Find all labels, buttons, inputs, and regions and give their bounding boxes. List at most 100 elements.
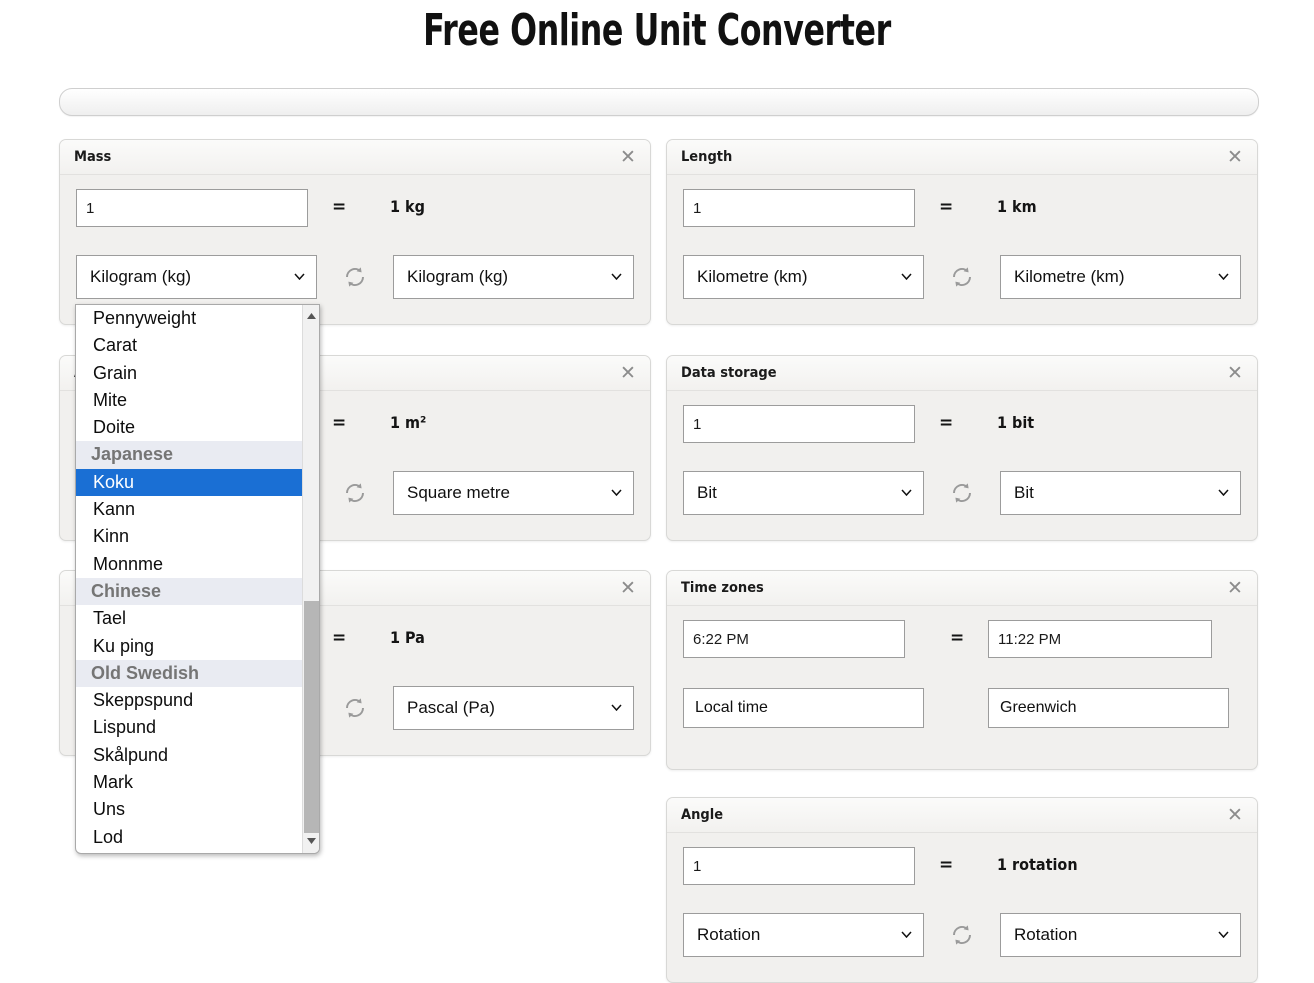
dropdown-option[interactable]: Kinn xyxy=(76,523,304,550)
equals-sign: = xyxy=(939,855,954,875)
unit-row-length: Kilometre (km) Kilometre (km) xyxy=(667,255,1257,299)
value-input-angle[interactable] xyxy=(683,847,915,885)
close-icon[interactable]: ✕ xyxy=(617,577,639,599)
swap-icon[interactable] xyxy=(948,263,976,291)
chevron-down-icon xyxy=(611,273,622,280)
unit-row-mass: Kilogram (kg) Kilogram (kg) xyxy=(60,255,650,299)
panel-body-length: = 1 km Kilometre (km) Kilometre (km) xyxy=(667,175,1257,324)
unit-to-label-area: Square metre xyxy=(407,483,510,502)
panel-header-mass: Mass ✕ xyxy=(60,140,650,175)
unit-to-select-angle[interactable]: Rotation xyxy=(1000,913,1241,957)
panel-title-length: Length xyxy=(681,149,733,165)
dropdown-option[interactable]: Carat xyxy=(76,332,304,359)
time-from-input[interactable] xyxy=(683,620,905,658)
dropdown-option[interactable]: Uns xyxy=(76,796,304,823)
dropdown-option[interactable]: Lispund xyxy=(76,714,304,741)
dropdown-option[interactable]: Skålpund xyxy=(76,742,304,769)
swap-icon[interactable] xyxy=(341,479,369,507)
panel-body-data-storage: = 1 bit Bit Bit xyxy=(667,391,1257,540)
unit-from-label-data-storage: Bit xyxy=(697,483,717,502)
unit-to-select-mass[interactable]: Kilogram (kg) xyxy=(393,255,634,299)
time-to-input[interactable] xyxy=(988,620,1212,658)
panel-data-storage: Data storage ✕ = 1 bit Bit xyxy=(666,355,1258,541)
value-input-length[interactable] xyxy=(683,189,915,227)
unit-to-label-data-storage: Bit xyxy=(1014,483,1034,502)
mass-unit-dropdown-list[interactable]: Pennyweight Carat Grain Mite Doite Japanese Ko… xyxy=(75,304,320,854)
dropdown-option[interactable]: Kann xyxy=(76,496,304,523)
unit-to-select-area[interactable]: Square metre xyxy=(393,471,634,515)
unit-to-label-mass: Kilogram (kg) xyxy=(407,267,509,286)
scroll-down-arrow-icon[interactable] xyxy=(303,832,319,849)
close-icon[interactable]: ✕ xyxy=(1224,146,1246,168)
value-input-mass[interactable] xyxy=(76,189,308,227)
result-value-mass: 1 kg xyxy=(390,197,425,216)
panel-angle: Angle ✕ = 1 rotation Rotation xyxy=(666,797,1258,983)
unit-to-select-data-storage[interactable]: Bit xyxy=(1000,471,1241,515)
unit-row-data-storage: Bit Bit xyxy=(667,471,1257,515)
dropdown-option[interactable]: Doite xyxy=(76,414,304,441)
equals-sign: = xyxy=(939,197,954,217)
unit-from-select-data-storage[interactable]: Bit xyxy=(683,471,924,515)
chevron-down-icon xyxy=(611,704,622,711)
zone-to-input[interactable] xyxy=(988,688,1229,728)
panel-length: Length ✕ = 1 km Kilometre (km) xyxy=(666,139,1258,325)
dropdown-group-label: Chinese xyxy=(76,577,304,606)
chevron-down-icon xyxy=(1218,273,1229,280)
panel-header-length: Length ✕ xyxy=(667,140,1257,175)
scrollbar-thumb[interactable] xyxy=(304,601,319,833)
equals-sign: = xyxy=(332,413,347,433)
equals-sign: = xyxy=(332,628,347,648)
swap-icon[interactable] xyxy=(948,479,976,507)
dropdown-group-label: Old Swedish xyxy=(76,659,304,688)
close-icon[interactable]: ✕ xyxy=(1224,362,1246,384)
value-input-data-storage[interactable] xyxy=(683,405,915,443)
dropdown-option[interactable]: Tael xyxy=(76,605,304,632)
value-row-mass: = 1 kg xyxy=(60,189,650,229)
panel-title-mass: Mass xyxy=(74,149,112,165)
swap-icon[interactable] xyxy=(341,263,369,291)
dropdown-option-selected[interactable]: Koku xyxy=(76,468,304,497)
unit-to-label-length: Kilometre (km) xyxy=(1014,267,1125,286)
panel-body-angle: = 1 rotation Rotation Rotation xyxy=(667,833,1257,982)
time-row-time-zones: = xyxy=(667,620,1257,660)
unit-from-select-mass[interactable]: Kilogram (kg) xyxy=(76,255,317,299)
dropdown-option[interactable]: Lod xyxy=(76,824,304,851)
close-icon[interactable]: ✕ xyxy=(617,362,639,384)
unit-to-label-pressure: Pascal (Pa) xyxy=(407,698,495,717)
dropdown-option[interactable]: Ku ping xyxy=(76,633,304,660)
search-input[interactable] xyxy=(60,89,1258,115)
panel-title-time-zones: Time zones xyxy=(681,580,764,596)
close-icon[interactable]: ✕ xyxy=(617,146,639,168)
dropdown-option[interactable]: Pennyweight xyxy=(76,305,304,332)
panel-mass: Mass ✕ = 1 kg Kilogram (kg) xyxy=(59,139,651,325)
dropdown-group-label: Japanese xyxy=(76,441,304,469)
dropdown-scrollbar[interactable] xyxy=(302,305,319,853)
panel-body-mass: = 1 kg Kilogram (kg) Kilogram (kg) xyxy=(60,175,650,324)
dropdown-option[interactable]: Skeppspund xyxy=(76,687,304,714)
zone-from-input[interactable] xyxy=(683,688,924,728)
search-bar[interactable] xyxy=(59,88,1259,116)
equals-sign: = xyxy=(939,413,954,433)
close-icon[interactable]: ✕ xyxy=(1224,804,1246,826)
dropdown-option[interactable]: Monnme xyxy=(76,551,304,578)
dropdown-option[interactable]: Grain xyxy=(76,360,304,387)
unit-to-select-pressure[interactable]: Pascal (Pa) xyxy=(393,686,634,730)
panel-header-time-zones: Time zones ✕ xyxy=(667,571,1257,606)
scroll-up-arrow-icon[interactable] xyxy=(303,307,319,324)
close-icon[interactable]: ✕ xyxy=(1224,577,1246,599)
panel-header-angle: Angle ✕ xyxy=(667,798,1257,833)
unit-from-select-angle[interactable]: Rotation xyxy=(683,913,924,957)
swap-icon[interactable] xyxy=(948,921,976,949)
dropdown-options[interactable]: Pennyweight Carat Grain Mite Doite Japanese Ko… xyxy=(76,305,304,853)
unit-from-select-length[interactable]: Kilometre (km) xyxy=(683,255,924,299)
chevron-down-icon xyxy=(901,273,912,280)
value-row-angle: = 1 rotation xyxy=(667,847,1257,887)
dropdown-option[interactable]: Mite xyxy=(76,387,304,414)
unit-row-angle: Rotation Rotation xyxy=(667,913,1257,957)
dropdown-option[interactable]: Mark xyxy=(76,769,304,796)
panel-header-data-storage: Data storage ✕ xyxy=(667,356,1257,391)
unit-to-select-length[interactable]: Kilometre (km) xyxy=(1000,255,1241,299)
swap-icon[interactable] xyxy=(341,694,369,722)
page-title: Free Online Unit Converter xyxy=(423,5,891,56)
equals-sign: = xyxy=(332,197,347,217)
